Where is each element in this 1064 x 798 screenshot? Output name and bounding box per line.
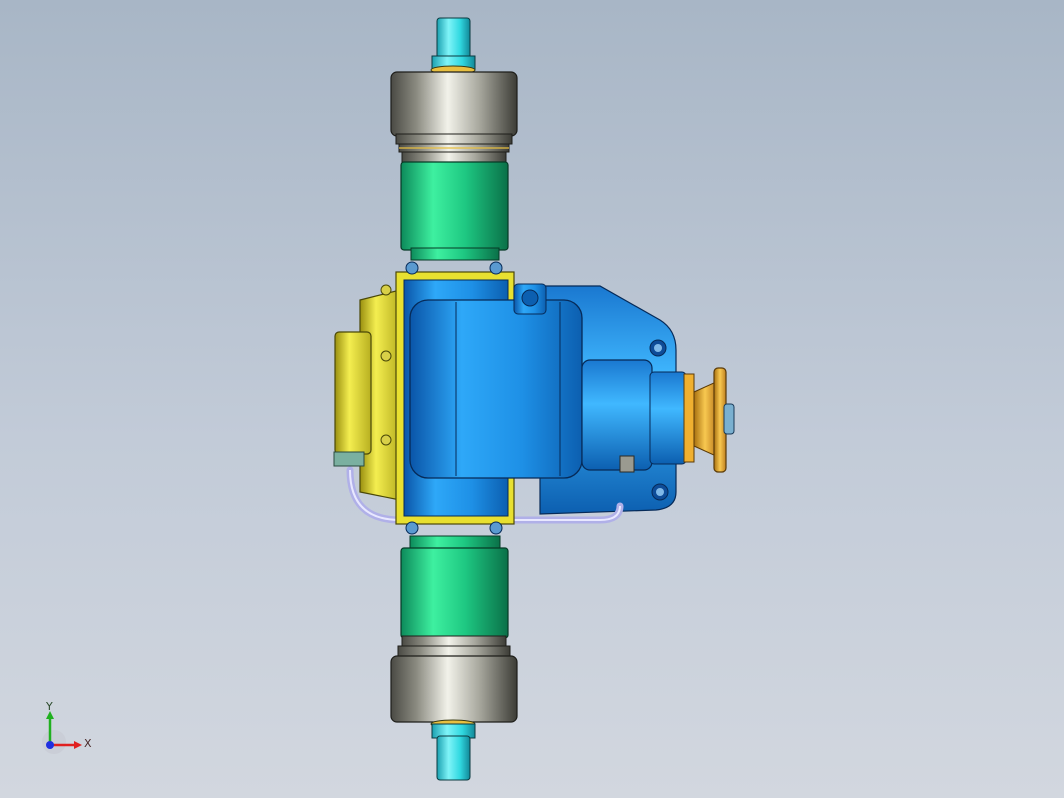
side-cover[interactable] (333, 284, 401, 501)
upper-bearing[interactable] (390, 71, 518, 163)
triad-y-label: Y (45, 700, 53, 713)
lower-coupling[interactable] (400, 535, 509, 639)
triad-z-axis (46, 741, 54, 749)
triad-x-label: X (84, 737, 92, 750)
lower-bearing[interactable] (390, 635, 518, 729)
upper-coupling[interactable] (400, 161, 509, 261)
lower-shaft[interactable] (431, 723, 476, 781)
output-flange[interactable] (693, 367, 735, 473)
orientation-triad: X Y (42, 700, 92, 754)
output-housing[interactable] (581, 359, 695, 473)
model-viewport[interactable]: X Y (0, 0, 1064, 798)
upper-shaft[interactable] (430, 17, 476, 75)
